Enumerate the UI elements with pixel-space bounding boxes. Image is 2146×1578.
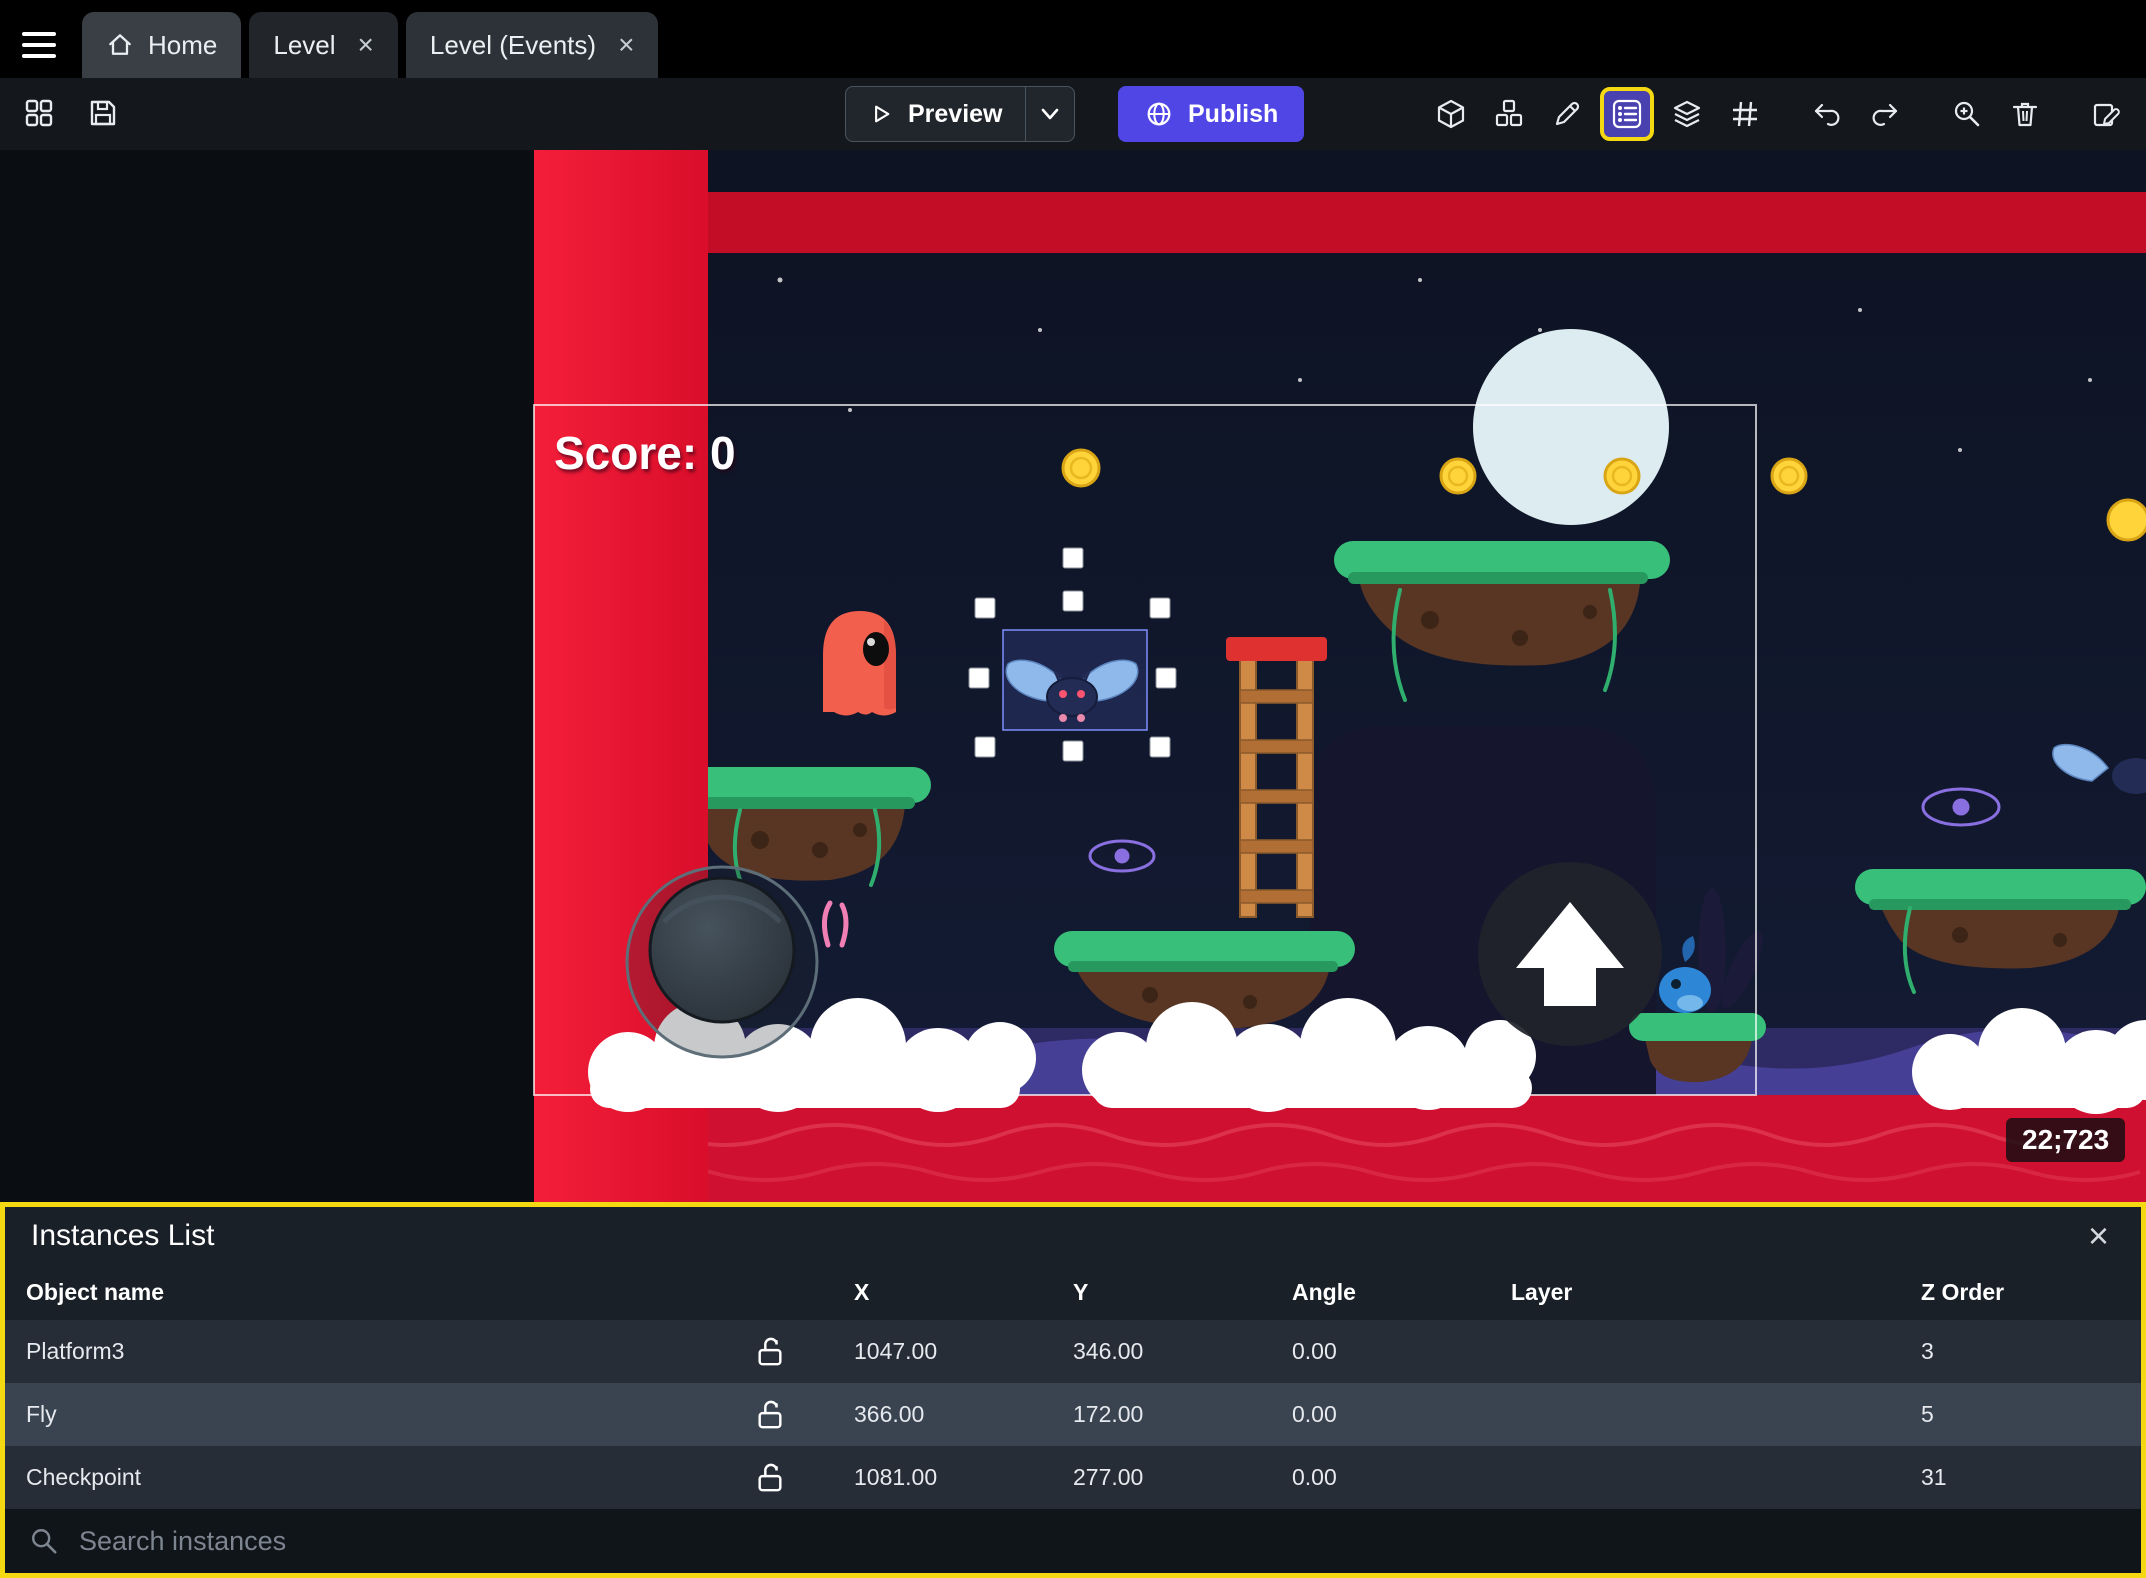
instances-list-button[interactable] <box>1605 92 1649 136</box>
table-row[interactable]: Checkpoint 1081.00 277.00 0.00 31 <box>5 1446 2141 1509</box>
column-object-name: Object name <box>26 1279 165 1305</box>
lock-icon[interactable] <box>755 1335 785 1369</box>
globe-icon <box>1147 102 1171 126</box>
undo-button[interactable] <box>1802 89 1852 139</box>
moon-sprite[interactable] <box>1473 329 1669 525</box>
table-row[interactable]: Fly 366.00 172.00 0.00 5 <box>5 1383 2141 1446</box>
column-y: Y <box>1073 1279 1089 1305</box>
tab-level-events-label: Level (Events) <box>429 29 597 60</box>
delete-button[interactable] <box>2000 89 2050 139</box>
close-icon[interactable]: × <box>618 31 634 59</box>
menu-icon[interactable] <box>22 32 56 58</box>
objects-button[interactable] <box>1484 89 1534 139</box>
layout-icon <box>25 99 53 127</box>
instance-z-order: 31 <box>1921 1464 1947 1490</box>
instances-table-header: Object name X Y Angle Layer Z Order <box>5 1265 2141 1320</box>
instance-angle: 0.00 <box>1292 1464 1337 1490</box>
instance-x: 366.00 <box>854 1401 925 1427</box>
preview-button[interactable]: Preview <box>846 87 1026 141</box>
play-icon <box>875 105 890 123</box>
instances-panel-title: Instances List <box>31 1219 215 1252</box>
instance-z-order: 5 <box>1921 1401 1934 1427</box>
instances-panel: Instances List × Object name X Y Angle L… <box>0 1202 2146 1578</box>
instances-search-bar <box>5 1509 2141 1573</box>
project-manager-button[interactable] <box>14 88 64 138</box>
lock-icon[interactable] <box>755 1398 785 1432</box>
zoom-button[interactable] <box>1942 89 1992 139</box>
tab-level[interactable]: Level × <box>249 12 398 78</box>
tab-home-label: Home <box>148 29 218 60</box>
column-z-order: Z Order <box>1921 1279 2005 1305</box>
search-icon <box>32 1529 57 1554</box>
app-window: Home Level × Level (Events) × Preview Pu… <box>0 0 2146 1578</box>
search-input[interactable] <box>77 1524 2117 1558</box>
pencil-icon <box>1555 101 1580 126</box>
column-angle: Angle <box>1292 1279 1356 1305</box>
lock-icon[interactable] <box>755 1461 785 1495</box>
save-icon <box>90 100 116 126</box>
zoom-in-icon <box>1954 101 1980 127</box>
table-row[interactable]: Platform3 1047.00 346.00 0.00 3 <box>5 1320 2141 1383</box>
jump-button-control[interactable] <box>1478 862 1662 1046</box>
edit-scene-button[interactable] <box>2082 89 2132 139</box>
preview-label: Preview <box>908 99 1003 128</box>
column-layer: Layer <box>1511 1279 1573 1305</box>
toolbar: Preview Publish <box>0 78 2146 150</box>
toolbar-right-icons <box>1426 86 2132 142</box>
joystick-control[interactable] <box>625 865 819 1059</box>
scene-editor-canvas[interactable]: Score: 0 22;723 <box>0 150 2146 1202</box>
column-x: X <box>854 1279 870 1305</box>
instance-x: 1081.00 <box>854 1464 938 1490</box>
chevron-down-icon <box>1041 108 1058 120</box>
redo-button[interactable] <box>1860 89 1910 139</box>
grid-button[interactable] <box>1720 89 1770 139</box>
instance-y: 277.00 <box>1073 1464 1144 1490</box>
edit-scene-icon <box>2093 103 2120 127</box>
player-sprite[interactable] <box>823 611 896 716</box>
instance-name: Fly <box>26 1401 57 1427</box>
instance-x: 1047.00 <box>854 1338 938 1364</box>
tab-home[interactable]: Home <box>82 12 242 78</box>
instance-angle: 0.00 <box>1292 1338 1337 1364</box>
grid-icon <box>1733 101 1757 127</box>
layers-button[interactable] <box>1662 89 1712 139</box>
objects-icon <box>1495 99 1523 127</box>
instance-angle: 0.00 <box>1292 1401 1337 1427</box>
instance-z-order: 3 <box>1921 1338 1934 1364</box>
close-icon[interactable]: × <box>358 31 374 59</box>
layers-icon <box>1673 100 1701 128</box>
preview-options-button[interactable] <box>1026 87 1074 141</box>
publish-label: Publish <box>1188 99 1279 128</box>
redo-icon <box>1872 103 1898 126</box>
instances-list-icon <box>1612 99 1642 129</box>
instances-list-highlight <box>1600 87 1654 141</box>
publish-button[interactable]: Publish <box>1118 86 1305 142</box>
close-icon[interactable]: × <box>2082 1218 2115 1254</box>
cube-icon <box>1437 99 1465 129</box>
instance-y: 172.00 <box>1073 1401 1144 1427</box>
cursor-coordinates-badge: 22;723 <box>2006 1118 2126 1162</box>
trash-icon <box>2012 102 2038 127</box>
save-button[interactable] <box>78 88 128 138</box>
preview-button-group: Preview <box>845 86 1075 142</box>
tab-level-events[interactable]: Level (Events) × <box>405 12 659 78</box>
scene-art <box>533 150 2146 1202</box>
red-strip-sprite[interactable] <box>534 192 2146 253</box>
instance-name: Platform3 <box>26 1338 125 1364</box>
score-hud-text: Score: 0 <box>554 427 736 479</box>
tab-level-label: Level <box>273 29 336 60</box>
undo-icon <box>1814 103 1840 126</box>
home-icon <box>109 34 131 55</box>
instance-y: 346.00 <box>1073 1338 1144 1364</box>
edit-object-button[interactable] <box>1542 89 1592 139</box>
tab-bar: Home Level × Level (Events) × <box>0 0 2146 78</box>
3d-box-button[interactable] <box>1426 89 1476 139</box>
instance-name: Checkpoint <box>26 1464 142 1490</box>
